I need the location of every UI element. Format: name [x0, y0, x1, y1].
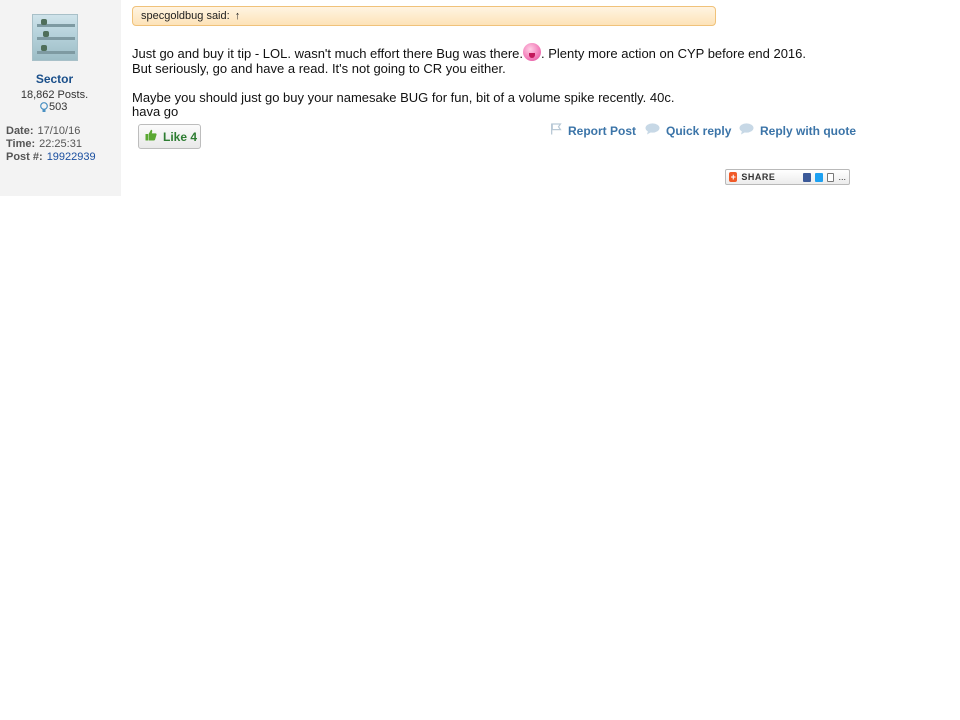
reputation-bulb-icon [40, 101, 48, 113]
body-line-1-text: Just go and buy it tip - LOL. wasn't muc… [132, 46, 524, 61]
speech-bubble-icon [739, 123, 754, 138]
quick-reply-link[interactable]: Quick reply [645, 123, 731, 138]
body-line-1-rest: . Plenty more action on CYP before end 2… [541, 46, 806, 61]
reputation-value: 503 [49, 101, 68, 113]
share-button[interactable]: + SHARE ... [725, 169, 850, 185]
time-value: 22:25:31 [39, 138, 82, 150]
post-body: Just go and buy it tip - LOL. wasn't muc… [132, 43, 832, 120]
facebook-icon[interactable] [803, 172, 812, 182]
email-icon[interactable] [826, 172, 835, 182]
reply-with-quote-label: Reply with quote [760, 123, 856, 138]
date-value: 17/10/16 [37, 125, 81, 137]
like-button[interactable]: Like 4 [138, 124, 201, 149]
date-label: Date: [6, 125, 34, 137]
share-label: SHARE [741, 172, 776, 182]
twitter-icon[interactable] [815, 172, 823, 182]
reply-with-quote-link[interactable]: Reply with quote [739, 123, 856, 138]
body-line-2: But seriously, go and have a read. It's … [132, 60, 506, 76]
body-line-1: Just go and buy it tip - LOL. wasn't muc… [132, 43, 832, 62]
quote-jump-arrow[interactable]: ↑ [235, 10, 241, 22]
quote-author: specgoldbug said: [141, 10, 230, 22]
time-label: Time: [6, 138, 36, 150]
quote-header: specgoldbug said: ↑ [132, 6, 716, 26]
flag-icon [550, 123, 562, 138]
forum-post: Sector 18,862 Posts. 503 Date: 17/10/16 T… [0, 0, 960, 196]
like-label: Like 4 [163, 129, 198, 144]
author-sidebar: Sector 18,862 Posts. 503 Date: 17/10/16 T… [0, 0, 121, 196]
thumbs-up-icon [145, 129, 157, 144]
post-date: Date: 17/10/16 [6, 125, 80, 138]
body-line-4: hava go [132, 104, 179, 119]
report-post-link[interactable]: Report Post [550, 123, 636, 138]
body-spacer [132, 76, 832, 91]
smiley-tongue-icon [523, 43, 542, 61]
quick-reply-label: Quick reply [666, 123, 732, 138]
body-line-3: Maybe you should just go buy your namesa… [132, 89, 675, 105]
share-more[interactable]: ... [838, 172, 846, 182]
postnum-link[interactable]: 19922939 [47, 151, 96, 163]
post-count: 18,862 Posts. [20, 89, 89, 101]
report-post-label: Report Post [568, 123, 637, 138]
username-link[interactable]: Sector [0, 72, 109, 86]
reputation: 503 [40, 101, 67, 113]
postnum-label: Post #: [6, 151, 43, 163]
speech-bubble-icon [645, 123, 660, 138]
avatar[interactable] [32, 14, 78, 61]
share-plus-icon: + [729, 172, 738, 182]
post-number: Post #: 19922939 [6, 151, 96, 164]
post-time: Time: 22:25:31 [6, 138, 82, 151]
